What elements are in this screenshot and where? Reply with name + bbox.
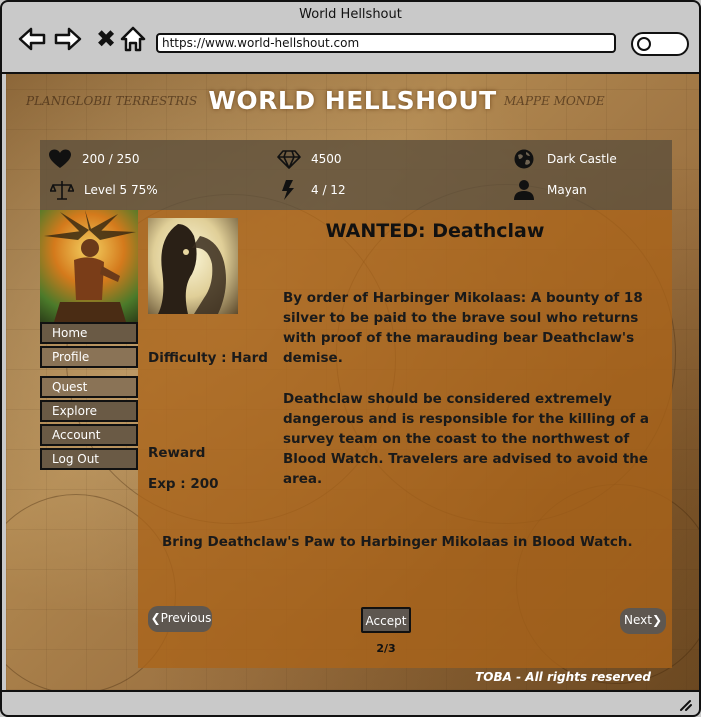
quest-title: WANTED: Deathclaw [325, 220, 545, 242]
gems-value: 4500 [311, 152, 342, 166]
nav-quest[interactable]: Quest [40, 376, 138, 398]
energy-value: 4 / 12 [311, 183, 346, 197]
address-bar[interactable]: https://www.world-hellshout.com [156, 33, 616, 53]
user-icon [514, 180, 534, 200]
nav-account[interactable]: Account [40, 424, 138, 446]
browser-window: World Hellshout ✖ https://www.world-hell… [0, 0, 701, 717]
site-title: WORLD HELLSHOUT [208, 86, 497, 115]
bear-portrait-image [158, 224, 226, 314]
nav-log-out[interactable]: Log Out [40, 448, 138, 470]
web-page: PLANIGLOBII TERRESTRIS MAPPE MONDE WORLD… [6, 74, 699, 690]
nav-explore[interactable]: Explore [40, 400, 138, 422]
heart-icon [49, 149, 71, 168]
location-value: Dark Castle [547, 152, 617, 166]
side-nav: Home Profile Quest Explore Account Log O… [40, 322, 138, 472]
level-value: Level 5 75% [84, 183, 158, 197]
home-icon[interactable] [119, 26, 147, 52]
reward-exp: Exp : 200 [148, 476, 219, 492]
search-field[interactable] [631, 32, 689, 56]
next-button[interactable]: Next❯ [620, 608, 666, 634]
health-value: 200 / 250 [82, 152, 140, 166]
lightning-icon [282, 180, 294, 200]
chevron-right-icon: ❯ [651, 613, 663, 627]
next-label: Next [623, 613, 652, 627]
player-value: Mayan [547, 183, 587, 197]
search-icon [637, 37, 651, 51]
previous-button[interactable]: ❮Previous [148, 606, 212, 632]
scales-icon [50, 181, 74, 200]
stats-bar: 200 / 250 4500 Dark Castle Level 5 75% 4… [40, 140, 672, 210]
previous-label: Previous [160, 611, 212, 625]
nav-home[interactable]: Home [40, 322, 138, 344]
quest-description-bounty: By order of Harbinger Mikolaas: A bounty… [283, 290, 643, 366]
forward-arrow-icon[interactable] [54, 26, 82, 52]
window-title: World Hellshout [299, 7, 402, 22]
quest-panel: WANTED: Deathclaw By order of Harbinger … [138, 210, 672, 668]
accept-button[interactable]: Accept [361, 607, 411, 633]
footer-credit: TOBA - All rights reserved [475, 670, 651, 684]
resize-grip-icon[interactable] [677, 697, 693, 711]
globe-icon [514, 149, 534, 169]
avatar [40, 210, 138, 322]
nav-profile[interactable]: Profile [40, 346, 138, 368]
back-arrow-icon[interactable] [18, 26, 46, 52]
status-divider [2, 690, 699, 692]
reward-label: Reward [148, 445, 206, 461]
chevron-left-icon: ❮ [150, 611, 161, 625]
close-icon[interactable]: ✖ [92, 26, 120, 52]
quest-objective: Bring Deathclaw's Paw to Harbinger Mikol… [162, 534, 633, 550]
warrior-portrait-image [44, 210, 136, 322]
diamond-icon [277, 150, 301, 169]
quest-description-warning: Deathclaw should be considered extremely… [283, 391, 649, 487]
quest-difficulty: Difficulty : Hard [148, 350, 268, 366]
page-indicator: 2/3 [376, 642, 396, 655]
quest-portrait [148, 218, 238, 314]
